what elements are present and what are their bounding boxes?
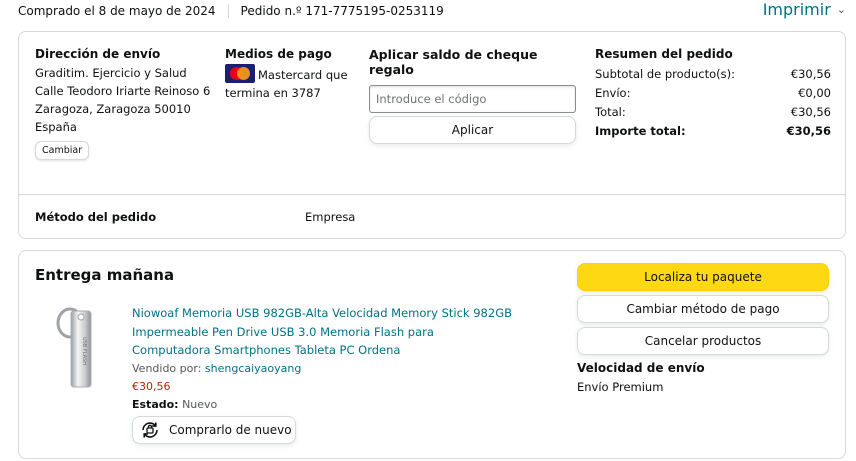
change-payment-button[interactable]: Cambiar método de pago (577, 295, 829, 323)
print-link[interactable]: Imprimir ⌄ (763, 0, 846, 19)
chevron-down-icon: ⌄ (836, 3, 846, 16)
thumb-label: USB FLASH (81, 337, 87, 365)
item-price: €30,56 (132, 379, 171, 393)
gift-card-section: Aplicar saldo de cheque regalo Aplicar (369, 47, 577, 144)
summary-title: Resumen del pedido (595, 47, 733, 61)
summary-row: Total: €30,56 (595, 103, 831, 122)
order-method-label: Método del pedido (35, 210, 157, 224)
section-divider (19, 194, 845, 195)
header-divider (227, 4, 229, 18)
summary-label: Subtotal de producto(s): (595, 67, 735, 81)
summary-label: Total: (595, 105, 626, 119)
product-title-link[interactable]: Niowoaf Memoria USB 982GB-Alta Velocidad… (132, 304, 512, 360)
address-line: Calle Teodoro Iriarte Reinoso 6 (35, 84, 211, 98)
address-line: España (35, 120, 77, 134)
order-summary: Resumen del pedido Subtotal de producto(… (595, 47, 831, 141)
shipping-title: Dirección de envío (35, 47, 161, 61)
condition-label: Estado: (132, 397, 179, 411)
seller-line: Vendido por: shengcaiyaoyang (132, 360, 512, 378)
gift-code-input[interactable] (369, 85, 576, 113)
order-number: Pedido n.º 171-7775195-0253119 (240, 4, 444, 18)
shipping-speed-value: Envío Premium (577, 380, 664, 394)
payment-method: Medios de pago Mastercard que termina en… (225, 47, 355, 102)
usb-drive-image: USB FLASH (56, 307, 92, 388)
summary-row: Envío: €0,00 (595, 84, 831, 103)
seller-link[interactable]: shengcaiyaoyang (205, 362, 301, 375)
buy-again-button[interactable]: Comprarlo de nuevo (132, 415, 296, 444)
order-item: Niowoaf Memoria USB 982GB-Alta Velocidad… (132, 304, 512, 444)
track-package-button[interactable]: Localiza tu paquete (577, 263, 829, 291)
print-label: Imprimir (762, 0, 831, 19)
summary-row-total: Importe total: €30,56 (595, 122, 831, 141)
condition-value: Nuevo (182, 397, 218, 411)
delivery-actions: Localiza tu paquete Cambiar método de pa… (577, 263, 829, 394)
apply-gift-button[interactable]: Aplicar (369, 116, 576, 144)
purchase-date: Comprado el 8 de mayo de 2024 (18, 4, 216, 18)
summary-value: €30,56 (786, 124, 831, 138)
shipping-speed-title: Velocidad de envío (577, 361, 705, 375)
summary-value: €0,00 (798, 86, 831, 100)
summary-value: €30,56 (790, 105, 831, 119)
summary-value: €30,56 (790, 67, 831, 81)
address-line: Graditim. Ejercicio y Salud (35, 66, 187, 80)
order-header: Comprado el 8 de mayo de 2024 Pedido n.º… (0, 0, 856, 24)
cancel-items-button[interactable]: Cancelar productos (577, 327, 829, 355)
buy-again-label: Comprarlo de nuevo (169, 422, 292, 437)
summary-label: Envío: (595, 86, 631, 100)
address-line: Zaragoza, Zaragoza 50010 (35, 102, 191, 116)
order-method-value: Empresa (305, 210, 356, 224)
payment-title: Medios de pago (225, 47, 332, 61)
buy-again-icon (142, 421, 158, 438)
item-condition: Estado: Nuevo (132, 396, 512, 414)
change-address-button[interactable]: Cambiar (35, 141, 90, 160)
delivery-card: Entrega mañana USB FLASH Niowoaf Memoria… (18, 250, 846, 459)
order-details-card: Dirección de envío Graditim. Ejercicio y… (18, 31, 846, 239)
product-thumbnail[interactable]: USB FLASH (49, 303, 111, 391)
summary-row: Subtotal de producto(s): €30,56 (595, 65, 831, 84)
delivery-title: Entrega mañana (35, 266, 175, 284)
gift-card-title: Aplicar saldo de cheque regalo (369, 47, 538, 77)
seller-prefix: Vendido por: (132, 361, 202, 375)
payment-card: Mastercard que termina en 3787 (225, 64, 355, 102)
mastercard-icon (225, 64, 255, 83)
summary-label: Importe total: (595, 124, 686, 138)
shipping-address: Dirección de envío Graditim. Ejercicio y… (35, 47, 215, 160)
order-meta: Comprado el 8 de mayo de 2024 Pedido n.º… (18, 4, 444, 18)
